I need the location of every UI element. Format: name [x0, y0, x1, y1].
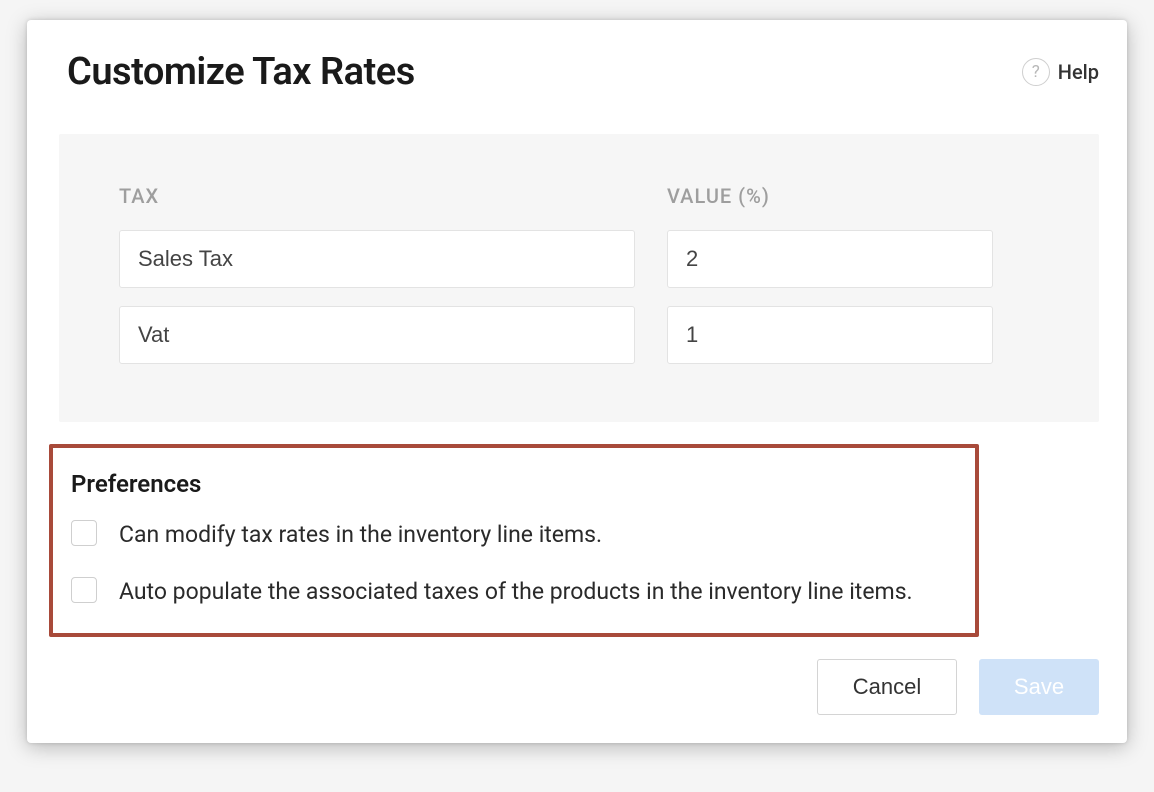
tax-column-label: TAX	[119, 184, 635, 208]
tax-name-input[interactable]	[119, 230, 635, 288]
cancel-button[interactable]: Cancel	[817, 659, 957, 715]
preference-item: Can modify tax rates in the inventory li…	[71, 518, 953, 553]
save-button[interactable]: Save	[979, 659, 1099, 715]
tax-name-input[interactable]	[119, 306, 635, 364]
value-column-label: VALUE (%)	[667, 184, 817, 208]
help-link[interactable]: ? Help	[1022, 58, 1099, 86]
preferences-section: Preferences Can modify tax rates in the …	[49, 444, 979, 637]
preference-label: Auto populate the associated taxes of th…	[119, 575, 913, 610]
dialog-header: Customize Tax Rates ? Help	[67, 50, 1099, 94]
preference-item: Auto populate the associated taxes of th…	[71, 575, 953, 610]
tax-row	[119, 306, 1039, 364]
tax-row	[119, 230, 1039, 288]
tax-value-input[interactable]	[667, 230, 993, 288]
dialog-footer: Cancel Save	[67, 659, 1099, 715]
columns-header: TAX VALUE (%)	[119, 184, 1039, 208]
customize-tax-rates-dialog: Customize Tax Rates ? Help TAX VALUE (%)…	[27, 20, 1127, 743]
tax-value-input[interactable]	[667, 306, 993, 364]
preference-label: Can modify tax rates in the inventory li…	[119, 518, 602, 553]
dialog-title: Customize Tax Rates	[67, 50, 415, 94]
tax-rates-panel: TAX VALUE (%)	[59, 134, 1099, 422]
preference-checkbox[interactable]	[71, 577, 97, 603]
preference-checkbox[interactable]	[71, 520, 97, 546]
help-label: Help	[1058, 60, 1099, 84]
help-icon: ?	[1022, 58, 1050, 86]
preferences-title: Preferences	[71, 470, 953, 498]
